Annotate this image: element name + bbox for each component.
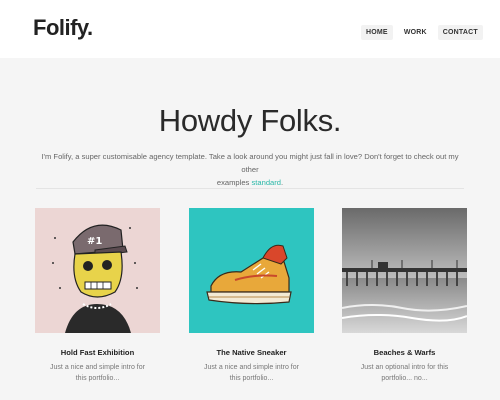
card-desc: Just a nice and simple intro for this po… bbox=[204, 364, 299, 382]
card-title[interactable]: Beaches & Warfs bbox=[342, 348, 467, 357]
section-divider bbox=[36, 188, 464, 189]
sneaker-illustration[interactable] bbox=[189, 208, 314, 333]
svg-text:#1: #1 bbox=[87, 236, 102, 247]
card-desc: Just an optional intro for this portfoli… bbox=[360, 364, 449, 382]
nav-work[interactable]: WORK bbox=[399, 25, 432, 40]
portfolio-card-hold-fast[interactable]: #1 Hold Fast Exhibition Just a nice and … bbox=[35, 208, 160, 384]
nav-home[interactable]: HOME bbox=[361, 25, 393, 40]
card-desc: Just a nice and simple intro for this po… bbox=[50, 364, 145, 382]
standard-link[interactable]: standard bbox=[251, 178, 281, 187]
site-header: Folify. HOME WORK CONTACT bbox=[0, 0, 500, 58]
cartoon-skull-illustration[interactable]: #1 bbox=[35, 208, 160, 333]
card-title[interactable]: Hold Fast Exhibition bbox=[35, 348, 160, 357]
intro-text: I'm Folify, a super customisable agency … bbox=[41, 152, 459, 174]
site-logo[interactable]: Folify. bbox=[33, 15, 93, 41]
intro-prefix: examples bbox=[216, 178, 250, 187]
pier-photo[interactable] bbox=[342, 208, 467, 333]
hero-title: Howdy Folks. bbox=[158, 103, 342, 138]
nav-contact[interactable]: CONTACT bbox=[437, 25, 483, 40]
portfolio-card-sneaker[interactable]: The Native Sneaker Just a nice and simpl… bbox=[189, 208, 314, 384]
main-nav: HOME WORK CONTACT bbox=[361, 25, 483, 40]
card-title[interactable]: The Native Sneaker bbox=[189, 348, 314, 357]
intro-suffix: . bbox=[281, 178, 284, 187]
portfolio-card-beaches[interactable]: Beaches & Warfs Just an optional intro f… bbox=[342, 208, 467, 384]
hero-intro: I'm Folify, a super customisable agency … bbox=[38, 150, 462, 189]
